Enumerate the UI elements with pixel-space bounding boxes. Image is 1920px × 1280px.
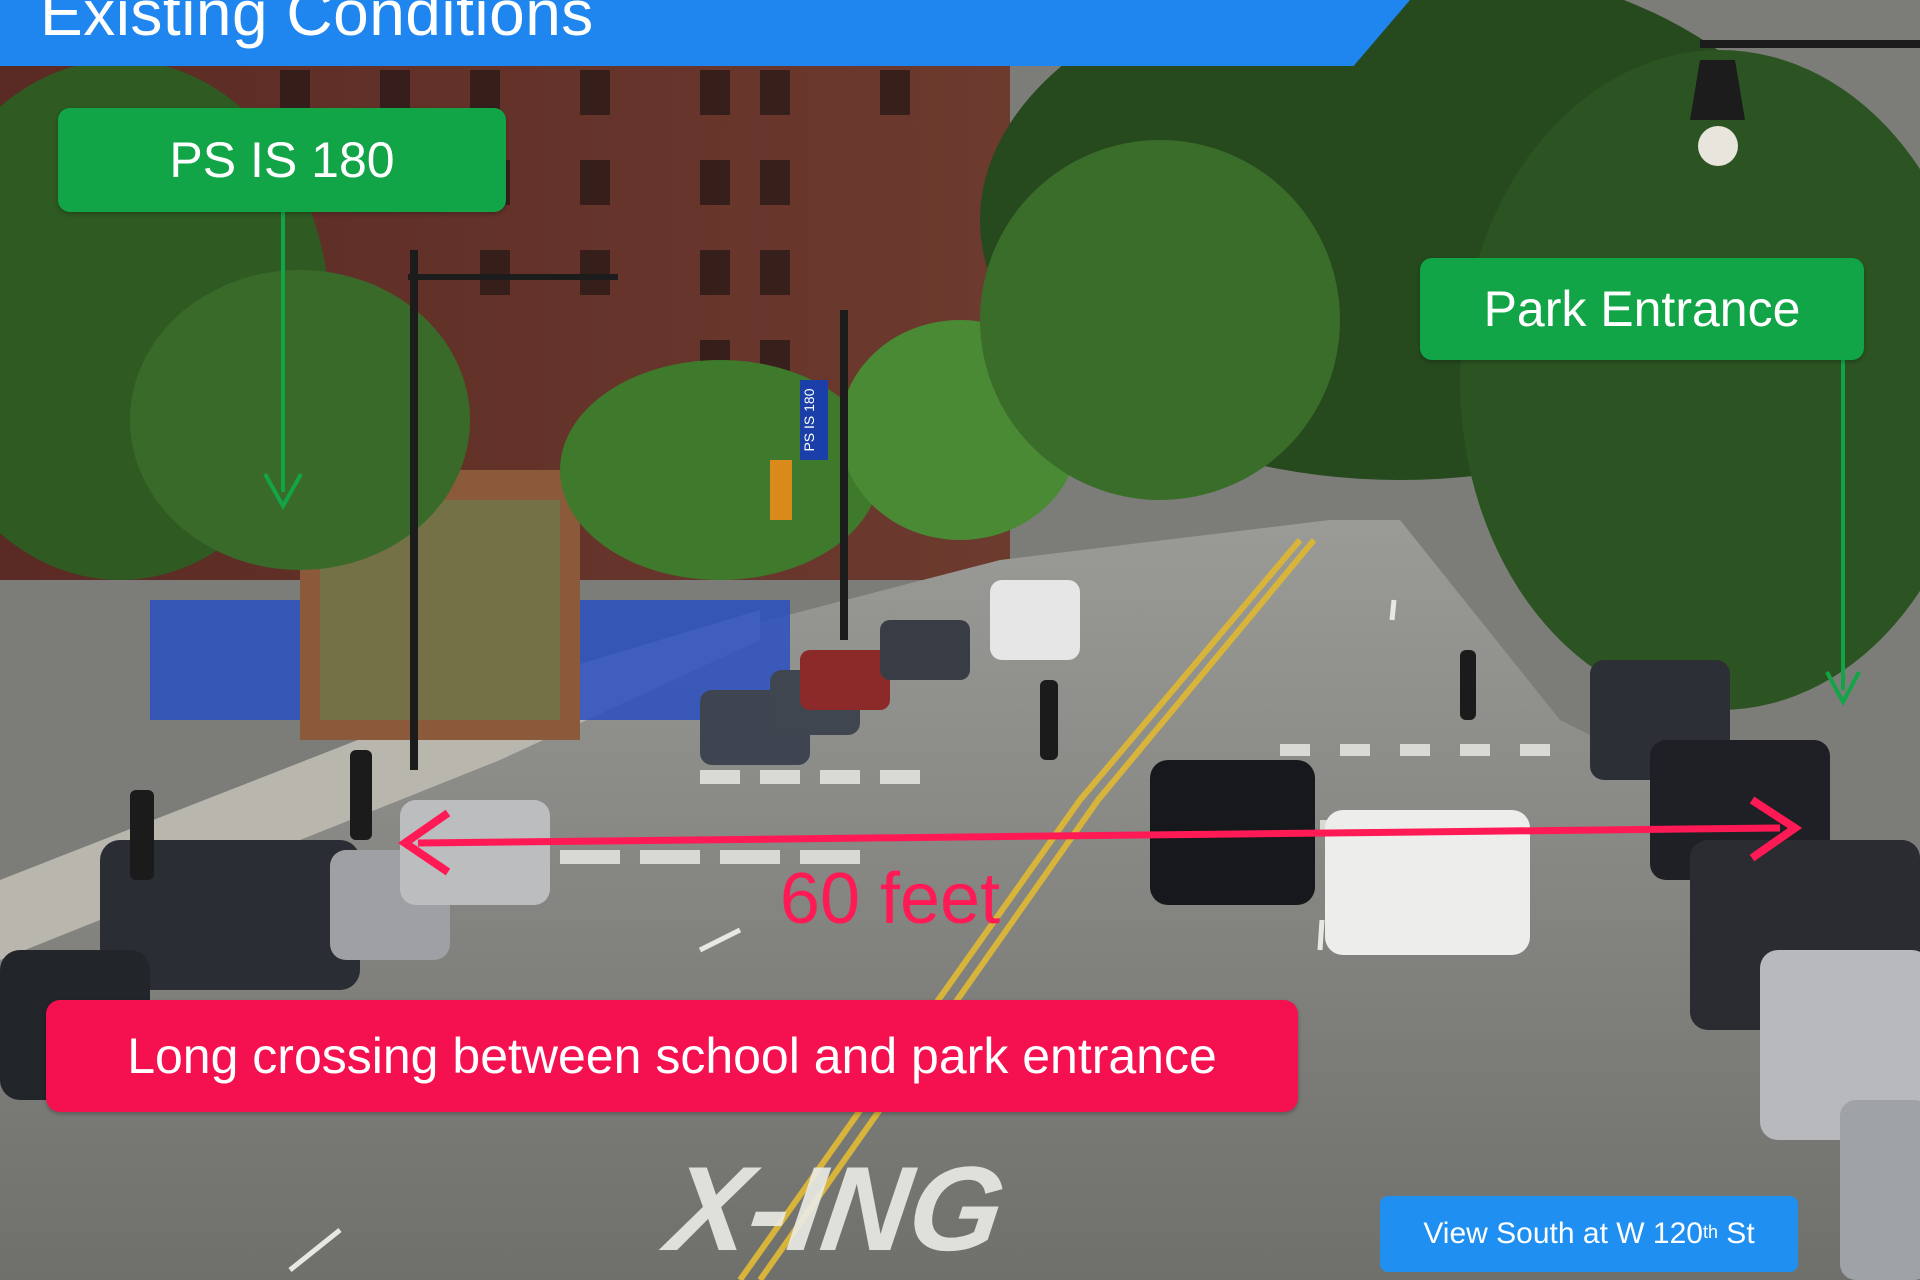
park-entrance-callout: Park Entrance (1420, 258, 1864, 360)
school-callout: PS IS 180 (58, 108, 506, 212)
caption-rest: St (1717, 1217, 1755, 1250)
caption-prefix: View South at W 120 (1423, 1217, 1703, 1250)
photo-caption: View South at W 120th St (1380, 1196, 1798, 1272)
issue-callout: Long crossing between school and park en… (46, 1000, 1298, 1112)
slide-title: Existing Conditions (40, 0, 594, 49)
road-marking-xing: X-ING (655, 1142, 1013, 1276)
caption-suffix: th (1702, 1221, 1718, 1242)
title-banner: Existing Conditions (0, 0, 1410, 66)
building-banner-text: PS IS 180 (801, 388, 817, 451)
crossing-distance-label: 60 feet (779, 859, 1001, 939)
